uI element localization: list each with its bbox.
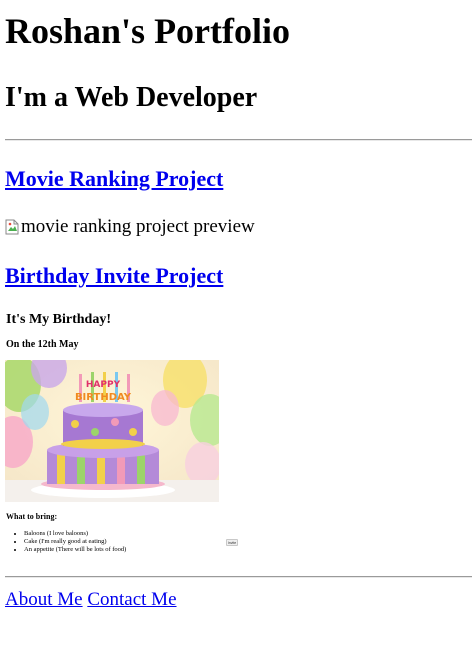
divider-bottom	[5, 576, 472, 578]
movie-ranking-preview-alt-text: movie ranking project preview	[21, 216, 255, 237]
movie-ranking-preview-image: movie ranking project preview	[5, 216, 255, 238]
svg-text:BIRTHDAY: BIRTHDAY	[75, 392, 132, 403]
invite-date: On the 12th May	[6, 339, 79, 350]
what-to-bring-heading: What to bring:	[6, 512, 58, 521]
movie-ranking-project-link[interactable]: Movie Ranking Project	[5, 166, 223, 192]
birthday-invite-preview: It's My Birthday! On the 12th May HAPPY …	[5, 306, 255, 566]
birthday-cake-image: HAPPY BIRTHDAY	[5, 360, 219, 502]
broken-image-icon	[5, 219, 19, 235]
page-title: Roshan's Portfolio	[5, 11, 291, 51]
list-item: Cake (I'm really good at eating)	[24, 538, 126, 546]
footer-nav: About Me Contact Me	[5, 589, 177, 611]
about-me-link[interactable]: About Me	[5, 589, 83, 610]
invite-button[interactable]: Invite	[226, 539, 238, 546]
list-item: Baloons (I love baloons)	[24, 530, 126, 538]
list-item: An appetite (There will be lots of food)	[24, 546, 126, 554]
contact-me-link[interactable]: Contact Me	[87, 589, 176, 610]
svg-text:HAPPY: HAPPY	[86, 380, 121, 390]
invite-heading: It's My Birthday!	[6, 312, 111, 327]
birthday-invite-project-link[interactable]: Birthday Invite Project	[5, 263, 223, 289]
page-subtitle: I'm a Web Developer	[5, 82, 258, 113]
divider-top	[5, 139, 472, 141]
bring-list: Baloons (I love baloons) Cake (I'm reall…	[15, 530, 126, 554]
